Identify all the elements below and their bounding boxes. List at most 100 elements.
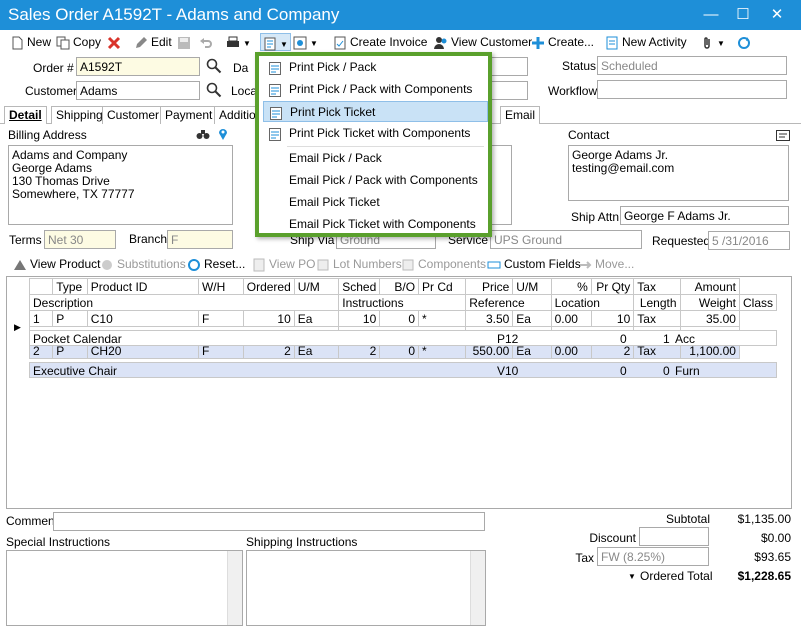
maximize-button[interactable]: ☐ <box>728 4 758 26</box>
attach-button[interactable]: ▼ <box>700 33 725 51</box>
shipping-scrollbar[interactable] <box>470 551 485 625</box>
requested-date-field[interactable]: 5 /31/2016 <box>708 231 790 250</box>
contact-card-icon[interactable] <box>776 130 790 144</box>
col-header[interactable]: Ordered <box>242 278 295 295</box>
new-button[interactable]: New <box>10 33 51 51</box>
discount-field[interactable] <box>639 527 709 546</box>
print-button[interactable]: ▼ <box>226 33 251 51</box>
map-pin-icon[interactable] <box>218 127 228 144</box>
ship-attn-field[interactable]: George F Adams Jr. <box>620 206 789 225</box>
customer-field[interactable]: Adams <box>76 81 200 100</box>
refresh-button[interactable] <box>737 33 754 51</box>
menu-item-email-pick-pack-components[interactable]: Email Pick / Pack with Components <box>263 170 488 191</box>
new-activity-button[interactable]: New Activity <box>605 33 687 51</box>
col-header[interactable]: Class <box>738 294 778 311</box>
billing-address-box[interactable]: Adams and Company George Adams 130 Thoma… <box>8 145 233 225</box>
customer-search-icon[interactable] <box>206 82 222 101</box>
create-button[interactable]: Create... <box>531 33 594 51</box>
col-header[interactable]: U/M <box>293 278 340 295</box>
menu-item-print-pick-pack[interactable]: Print Pick / Pack <box>263 57 488 78</box>
menu-item-print-pick-pack-components[interactable]: Print Pick / Pack with Components <box>263 79 488 100</box>
view-po-button[interactable]: View PO <box>252 255 315 273</box>
pick-dropdown-icon[interactable]: ▼ <box>280 40 288 49</box>
tab-customer[interactable]: Customer <box>102 106 165 124</box>
tab-payment[interactable]: Payment <box>160 106 218 124</box>
col-header[interactable]: Instructions <box>338 294 467 311</box>
undo-button[interactable] <box>199 33 216 51</box>
move-button[interactable]: Move... <box>578 255 634 273</box>
create-invoice-button[interactable]: Create Invoice <box>333 33 427 51</box>
shipping-address-box[interactable] <box>490 145 512 225</box>
col-header[interactable]: Type <box>52 278 88 295</box>
menu-item-email-pick-ticket-components[interactable]: Email Pick Ticket with Components <box>263 214 488 235</box>
menu-item-print-pick-ticket[interactable]: Print Pick Ticket <box>263 101 488 122</box>
copy-button[interactable]: Copy <box>56 33 101 51</box>
col-header[interactable]: Sched <box>338 278 381 295</box>
col-header[interactable]: Reference <box>465 294 552 311</box>
tax-field[interactable]: FW (8.25%) <box>597 547 709 566</box>
table-row-detail[interactable]: Pocket Calendar P12 0 1 Acc <box>29 330 777 346</box>
terms-label: Terms <box>9 233 42 247</box>
col-header[interactable]: B/O <box>379 278 420 295</box>
binoculars-icon[interactable] <box>196 128 210 143</box>
ordered-total-dropdown-icon[interactable]: ▼ <box>628 572 636 581</box>
tab-detail[interactable]: Detail <box>4 106 47 124</box>
print-dropdown-icon[interactable]: ▼ <box>243 39 251 48</box>
comment-field[interactable] <box>53 512 485 531</box>
order-number-field[interactable]: A1592T <box>76 57 200 76</box>
save-icon <box>177 36 191 50</box>
reset-icon <box>187 258 201 272</box>
date-field[interactable] <box>490 57 528 76</box>
special-instructions-box[interactable] <box>6 550 243 626</box>
pick-ticket-button[interactable]: ▼ <box>260 33 291 51</box>
status-field[interactable]: Scheduled <box>597 56 787 75</box>
document-icon <box>269 127 281 141</box>
save-button[interactable] <box>177 33 194 51</box>
col-header[interactable]: Length <box>633 294 681 311</box>
col-header[interactable]: Pr Qty <box>590 278 635 295</box>
col-header[interactable]: Weight <box>679 294 740 311</box>
delete-button[interactable] <box>107 33 124 51</box>
location-field[interactable] <box>490 81 528 100</box>
col-header[interactable]: Product ID <box>86 278 199 295</box>
menu-item-email-pick-ticket[interactable]: Email Pick Ticket <box>263 192 488 213</box>
workflow-field[interactable] <box>597 80 787 99</box>
col-header[interactable]: % <box>550 278 592 295</box>
shipping-instructions-box[interactable] <box>246 550 486 626</box>
tab-email[interactable]: Email <box>500 106 541 124</box>
lot-numbers-button[interactable]: Lot Numbers <box>316 255 402 273</box>
workflow-button[interactable]: ▼ <box>293 33 318 51</box>
workflow-dropdown-icon[interactable]: ▼ <box>310 39 318 48</box>
col-header[interactable]: Description <box>28 294 340 311</box>
attach-dropdown-icon[interactable]: ▼ <box>717 39 725 48</box>
reset-button[interactable]: Reset... <box>187 255 245 273</box>
col-header[interactable]: Amount <box>679 278 740 295</box>
col-header[interactable]: W/H <box>197 278 244 295</box>
tab-shipping[interactable]: Shipping <box>51 106 108 124</box>
table-row[interactable]: 1 P C10 F 10 Ea 10 0 * 3.50 Ea 0.00 10 T… <box>28 310 777 327</box>
terms-field[interactable]: Net 30 <box>44 230 116 249</box>
view-product-button[interactable]: View Product <box>13 255 100 273</box>
table-row-detail[interactable]: Executive Chair V10 0 0 Furn <box>29 362 777 378</box>
col-header[interactable]: U/M <box>512 278 552 295</box>
subtotal-label: Subtotal <box>665 512 710 526</box>
minimize-button[interactable]: — <box>696 4 726 26</box>
branch-field[interactable]: F <box>167 230 233 249</box>
col-header[interactable]: Pr Cd <box>418 278 467 295</box>
edit-button[interactable]: Edit <box>134 33 172 51</box>
components-button[interactable]: Components <box>401 255 486 273</box>
view-customer-button[interactable]: View Customer <box>434 33 532 51</box>
special-scrollbar[interactable] <box>227 551 242 625</box>
menu-item-print-pick-ticket-components[interactable]: Print Pick Ticket with Components <box>263 123 488 144</box>
menu-item-email-pick-pack[interactable]: Email Pick / Pack <box>263 148 488 169</box>
custom-fields-button[interactable]: Custom Fields <box>487 255 581 273</box>
substitutions-button[interactable]: Substitutions <box>100 255 186 273</box>
service-field[interactable]: UPS Ground <box>490 230 642 249</box>
view-product-icon <box>13 258 27 272</box>
col-header[interactable]: Location <box>550 294 635 311</box>
contact-box[interactable]: George Adams Jr. testing@email.com <box>568 145 789 201</box>
col-header[interactable]: Tax <box>633 278 681 295</box>
close-button[interactable]: ✕ <box>762 4 792 26</box>
col-header[interactable]: Price <box>465 278 514 295</box>
search-icon[interactable] <box>206 58 222 77</box>
